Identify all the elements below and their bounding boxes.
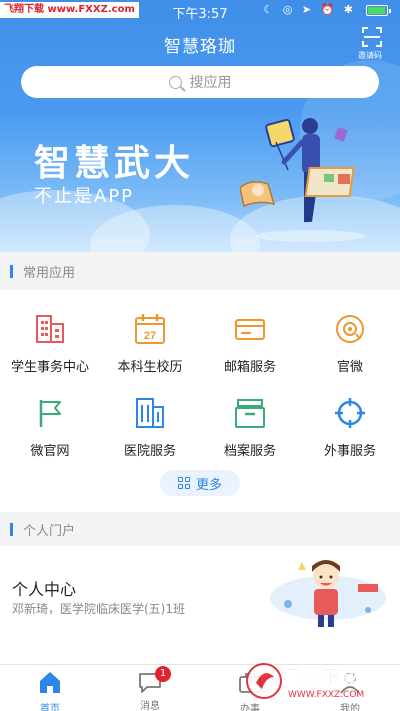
personal-portal-title: 个人门户 [23,523,76,539]
status-bar: 飞翔下载 www.FXXZ.com 下午3:57 ☾ ◎ ➤ ⏰ ✱ [0,0,400,22]
watermark-main-text: 飞翔下载 [286,666,358,688]
banner-slogan-sub: 不止是APP [34,186,135,207]
invite-code-label: 邀请码 [358,51,382,60]
search-input[interactable]: 搜应用 [21,66,379,98]
scan-icon [362,27,382,47]
personal-center-card[interactable]: 个人中心 邓新琦，医学院临床医学(五)1班 [0,546,400,664]
app-student-affairs[interactable]: 学生事务中心 [0,312,100,375]
app-academic-calendar[interactable]: 27 本科生校历 [100,312,200,375]
app-official-wechat[interactable]: 官微 [300,312,400,375]
flag-icon [39,400,61,427]
app-foreign-affairs[interactable]: 外事服务 [300,396,400,459]
tab-home[interactable]: 首页 [0,669,100,711]
app-title: 智慧珞珈 [164,37,236,57]
app-micro-website[interactable]: 微官网 [0,396,100,459]
app-label: 外事服务 [323,444,376,459]
app-label: 微官网 [30,444,70,459]
app-mail-service[interactable]: 邮箱服务 [200,312,300,375]
search-icon [168,75,182,89]
personal-center-title: 个人中心 [12,580,77,599]
more-apps-button[interactable]: 更多 [160,470,240,496]
message-badge: 1 [155,666,171,682]
watermark-url-text: WWW.FXXZ.COM [288,690,364,700]
site-watermark-logo: 飞翔下载 WWW.FXXZ.COM [246,663,364,700]
common-apps-grid: 学生事务中心 27 本科生校历 邮箱服务 官微 微官网 医院服务 档案服务 外事… [0,290,400,512]
app-archive-service[interactable]: 档案服务 [200,396,300,459]
banner-illustration [240,118,365,242]
app-label: 医院服务 [123,444,176,459]
building-icon [36,315,64,343]
personal-portal-header: 个人门户 [0,512,400,546]
home-icon [40,672,60,693]
battery-icon [366,5,391,16]
crosshair-icon [335,398,365,428]
app-label: 邮箱服务 [223,360,276,375]
app-label: 学生事务中心 [10,360,89,375]
app-label: 官微 [336,360,363,375]
archive-box-icon [235,399,265,428]
hospital-building-icon [136,398,164,428]
app-hospital-service[interactable]: 医院服务 [100,396,200,459]
student-avatar-illustration [270,560,386,627]
svg-text:27: 27 [144,330,156,342]
common-apps-title: 常用应用 [23,265,76,281]
calendar-icon: 27 [135,314,165,344]
tab-home-label: 首页 [40,704,60,711]
tab-messages[interactable]: 1 消息 [100,666,200,711]
common-apps-header: 常用应用 [0,252,400,290]
message-icon-wrap: 1 [137,666,171,695]
more-apps-label: 更多 [195,477,222,493]
app-label: 档案服务 [223,444,276,459]
invite-code-button[interactable]: 邀请码 [358,27,386,61]
search-placeholder: 搜应用 [189,75,232,91]
card-icon [235,319,265,340]
wechat-official-icon [336,315,364,343]
personal-center-desc: 邓新琦，医学院临床医学(五)1班 [12,602,185,616]
grid-icon [177,477,190,489]
app-label: 本科生校历 [117,360,183,375]
status-icons: ☾ ◎ ➤ ⏰ ✱ [263,3,356,16]
tab-messages-label: 消息 [140,701,160,711]
hero-banner: 飞翔下载 www.FXXZ.com 下午3:57 ☾ ◎ ➤ ⏰ ✱ 智慧珞珈 … [0,0,400,252]
banner-slogan-main: 智慧武大 [34,143,195,184]
